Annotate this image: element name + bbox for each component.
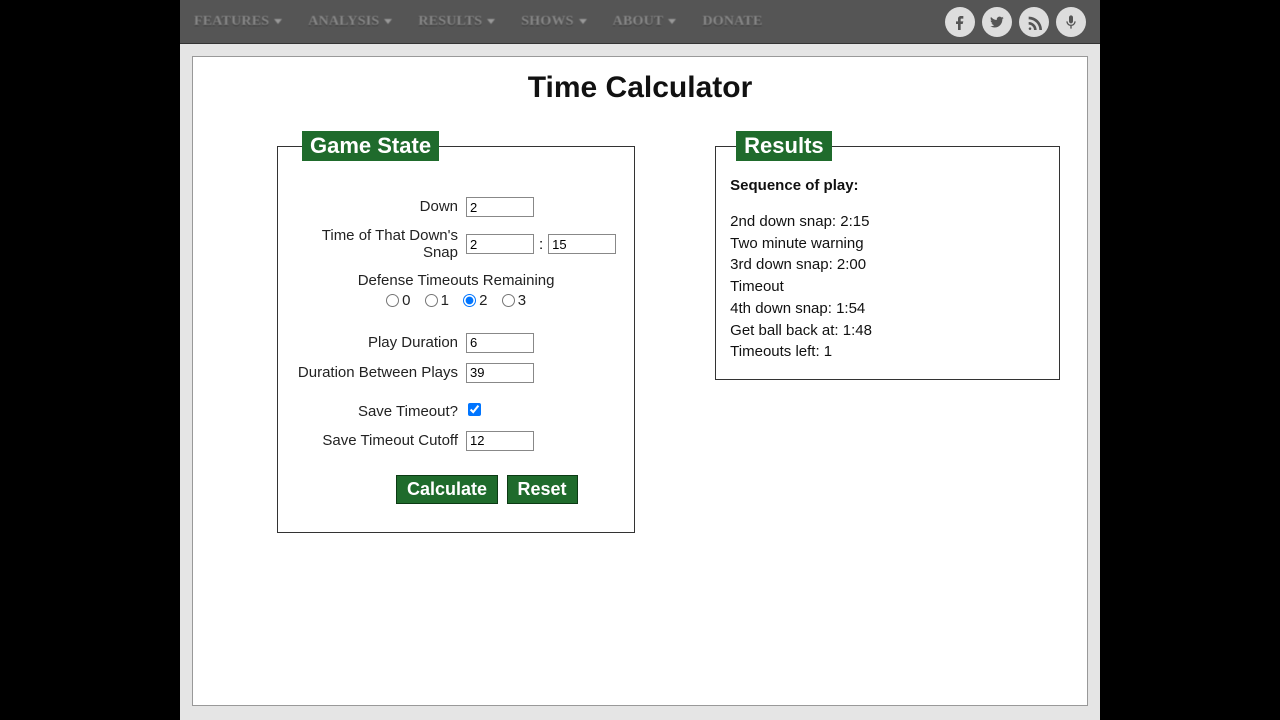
result-line: Two minute warning (730, 233, 1045, 255)
result-line: Timeout (730, 276, 1045, 298)
nav-label: FEATURES (194, 14, 269, 30)
nav-item-shows[interactable]: SHOWS (521, 14, 586, 30)
timeout-opt-0[interactable]: 0 (386, 292, 410, 309)
row-save-timeout: Save Timeout? (296, 403, 616, 421)
result-line: 3rd down snap: 2:00 (730, 254, 1045, 276)
nav: FEATURES ANALYSIS RESULTS SHOWS ABOUT DO… (194, 14, 945, 30)
result-line: Timeouts left: 1 (730, 341, 1045, 363)
down-label: Down (296, 198, 466, 215)
nav-item-results[interactable]: RESULTS (418, 14, 495, 30)
content-card: Time Calculator Game State Down Time of … (192, 56, 1088, 706)
row-between: Duration Between Plays (296, 363, 616, 383)
save-timeout-checkbox[interactable] (468, 403, 481, 416)
row-save-cutoff: Save Timeout Cutoff (296, 431, 616, 451)
timeout-radio-1[interactable] (425, 294, 438, 307)
nav-label: DONATE (702, 14, 762, 30)
facebook-icon[interactable] (945, 7, 975, 37)
timeout-val: 2 (479, 292, 487, 309)
chevron-down-icon (579, 19, 587, 24)
twitter-icon[interactable] (982, 7, 1012, 37)
play-duration-input[interactable] (466, 333, 534, 353)
play-duration-label: Play Duration (296, 334, 466, 351)
nav-label: ABOUT (613, 14, 664, 30)
topbar: FEATURES ANALYSIS RESULTS SHOWS ABOUT DO… (180, 0, 1100, 44)
rss-icon[interactable] (1019, 7, 1049, 37)
row-time: Time of That Down's Snap : (296, 227, 616, 262)
results-body: Sequence of play: 2nd down snap: 2:15 Tw… (730, 175, 1045, 363)
save-cutoff-label: Save Timeout Cutoff (296, 432, 466, 449)
time-min-input[interactable] (466, 234, 534, 254)
timeouts-group: Defense Timeouts Remaining 0 1 2 3 (296, 272, 616, 309)
timeout-opt-2[interactable]: 2 (463, 292, 487, 309)
result-line: 4th down snap: 1:54 (730, 298, 1045, 320)
sequence-title: Sequence of play: (730, 175, 1045, 197)
result-line: Get ball back at: 1:48 (730, 320, 1045, 342)
timeout-val: 0 (402, 292, 410, 309)
row-down: Down (296, 197, 616, 217)
timeout-radio-2[interactable] (463, 294, 476, 307)
timeout-val: 3 (518, 292, 526, 309)
calculate-button[interactable]: Calculate (396, 475, 498, 504)
page-title: Time Calculator (217, 71, 1063, 105)
nav-label: RESULTS (418, 14, 482, 30)
reset-button[interactable]: Reset (507, 475, 578, 504)
nav-item-features[interactable]: FEATURES (194, 14, 282, 30)
result-line: 2nd down snap: 2:15 (730, 211, 1045, 233)
between-label: Duration Between Plays (296, 364, 466, 381)
chevron-down-icon (668, 19, 676, 24)
row-play-duration: Play Duration (296, 333, 616, 353)
page-container: FEATURES ANALYSIS RESULTS SHOWS ABOUT DO… (180, 0, 1100, 720)
chevron-down-icon (384, 19, 392, 24)
save-cutoff-input[interactable] (466, 431, 534, 451)
podcast-icon[interactable] (1056, 7, 1086, 37)
nav-item-analysis[interactable]: ANALYSIS (308, 14, 392, 30)
timeout-radio-3[interactable] (502, 294, 515, 307)
down-input[interactable] (466, 197, 534, 217)
timeout-opt-3[interactable]: 3 (502, 292, 526, 309)
nav-label: ANALYSIS (308, 14, 379, 30)
timeout-radio-0[interactable] (386, 294, 399, 307)
between-input[interactable] (466, 363, 534, 383)
button-row: Calculate Reset (296, 475, 616, 504)
game-state-legend: Game State (302, 131, 439, 161)
timeout-opt-1[interactable]: 1 (425, 292, 449, 309)
nav-item-about[interactable]: ABOUT (613, 14, 677, 30)
game-state-panel: Game State Down Time of That Down's Snap… (277, 131, 635, 533)
save-timeout-label: Save Timeout? (296, 403, 466, 420)
nav-item-donate[interactable]: DONATE (702, 14, 762, 30)
timeout-val: 1 (441, 292, 449, 309)
time-label: Time of That Down's Snap (296, 227, 466, 262)
results-panel: Results Sequence of play: 2nd down snap:… (715, 131, 1060, 380)
social-icons (945, 7, 1086, 37)
chevron-down-icon (487, 19, 495, 24)
panels-row: Game State Down Time of That Down's Snap… (217, 131, 1063, 533)
time-sec-input[interactable] (548, 234, 616, 254)
chevron-down-icon (274, 19, 282, 24)
timeouts-label: Defense Timeouts Remaining (296, 272, 616, 289)
nav-label: SHOWS (521, 14, 573, 30)
time-colon: : (539, 236, 543, 253)
results-legend: Results (736, 131, 831, 161)
